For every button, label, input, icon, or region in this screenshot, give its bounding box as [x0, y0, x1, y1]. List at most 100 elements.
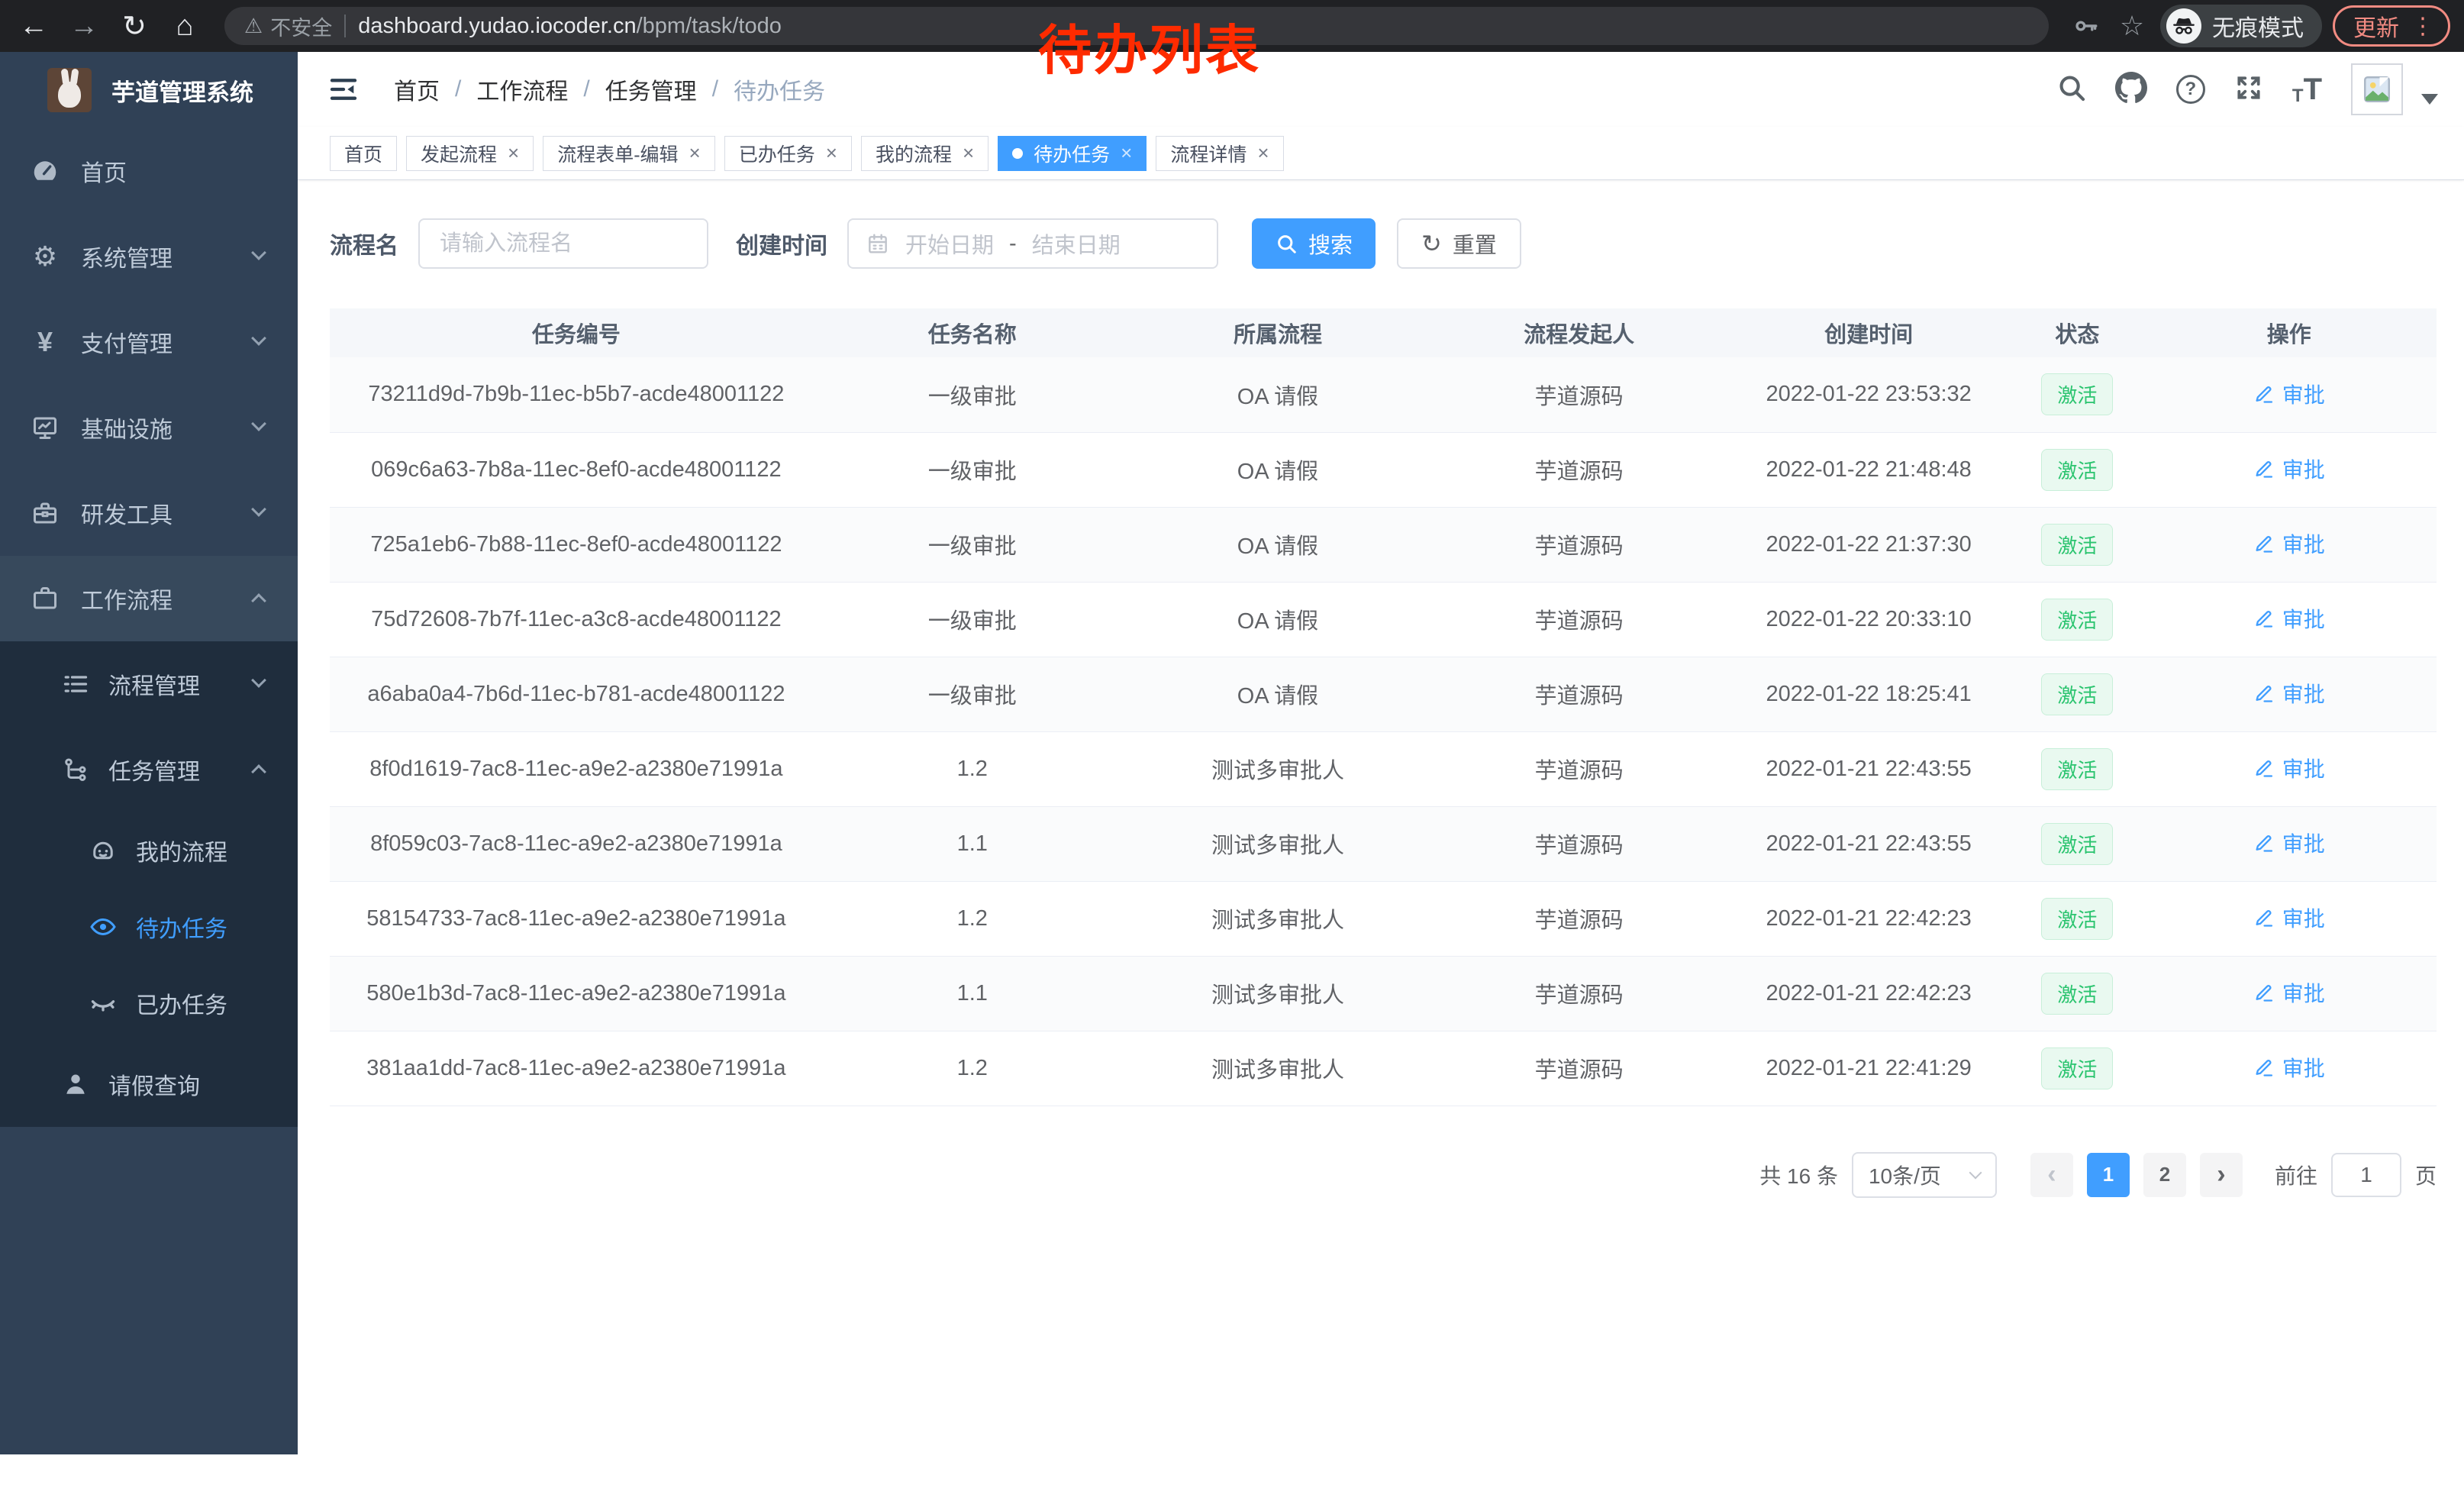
- browser-menu-icon[interactable]: ⋮: [2411, 13, 2434, 40]
- reset-button[interactable]: ↻ 重置: [1397, 218, 1521, 269]
- sidebar-item-todo-tasks[interactable]: 待办任务: [0, 889, 298, 965]
- cell-task-id: 8f0d1619-7ac8-11ec-a9e2-a2380e71991a: [330, 731, 823, 806]
- prev-page-button[interactable]: [2030, 1153, 2073, 1197]
- col-create-time: 创建时间: [1724, 308, 2013, 357]
- sidebar-item-infrastructure[interactable]: 基础设施: [0, 385, 298, 470]
- view-tab[interactable]: 流程详情: [1156, 136, 1283, 171]
- approve-button[interactable]: 审批: [2253, 603, 2325, 634]
- page-number-button[interactable]: 2: [2143, 1153, 2186, 1197]
- sidebar-item-system[interactable]: ⚙ 系统管理: [0, 214, 298, 299]
- approve-button[interactable]: 审批: [2253, 1052, 2325, 1083]
- view-tab[interactable]: 首页: [330, 136, 397, 171]
- broken-image-icon: [2361, 73, 2393, 105]
- sidebar-item-payment[interactable]: ¥ 支付管理: [0, 299, 298, 385]
- incognito-badge: 无痕模式: [2160, 5, 2322, 47]
- approve-button[interactable]: 审批: [2253, 753, 2325, 783]
- cell-task-name: 一级审批: [823, 507, 1122, 582]
- close-icon[interactable]: [1121, 141, 1132, 165]
- cell-task-name: 1.1: [823, 956, 1122, 1031]
- col-actions: 操作: [2142, 308, 2437, 357]
- pencil-icon: [2253, 458, 2275, 479]
- key-icon[interactable]: [2069, 8, 2104, 44]
- sidebar-item-done-tasks[interactable]: 已办任务: [0, 965, 298, 1041]
- home-icon[interactable]: ⌂: [165, 6, 205, 46]
- cell-task-name: 一级审批: [823, 357, 1122, 432]
- approve-button[interactable]: 审批: [2253, 828, 2325, 858]
- user-icon: [60, 1070, 92, 1098]
- app-logo-avatar: [47, 68, 92, 112]
- approve-button[interactable]: 审批: [2253, 678, 2325, 709]
- forward-icon[interactable]: →: [64, 6, 104, 46]
- end-date-placeholder: 结束日期: [1032, 228, 1121, 260]
- avatar[interactable]: [2351, 63, 2403, 115]
- bookmark-star-icon[interactable]: ☆: [2114, 8, 2150, 44]
- close-icon[interactable]: [689, 141, 701, 165]
- breadcrumb-item[interactable]: 首页: [394, 73, 461, 106]
- sidebar-item-workflow[interactable]: 工作流程: [0, 556, 298, 641]
- breadcrumb-item[interactable]: 待办任务: [734, 73, 825, 106]
- next-page-button[interactable]: [2200, 1153, 2243, 1197]
- github-icon[interactable]: [2115, 72, 2147, 108]
- cell-create-time: 2022-01-21 22:41:29: [1724, 1031, 2013, 1106]
- header-actions: TT: [2057, 63, 2438, 115]
- approve-button[interactable]: 审批: [2253, 902, 2325, 933]
- chevron-down-icon: [251, 245, 266, 260]
- process-name-input[interactable]: [418, 218, 708, 269]
- view-tab[interactable]: 流程表单-编辑: [543, 136, 715, 171]
- app-title: 芋道管理系统: [111, 73, 253, 108]
- help-icon[interactable]: [2176, 75, 2205, 104]
- approve-button[interactable]: 审批: [2253, 977, 2325, 1008]
- browser-update-button[interactable]: 更新 ⋮: [2333, 5, 2450, 47]
- dropdown-caret-icon[interactable]: [2421, 94, 2438, 105]
- sidebar-item-devtools[interactable]: 研发工具: [0, 470, 298, 556]
- approve-button[interactable]: 审批: [2253, 528, 2325, 559]
- page-size-select[interactable]: 10条/页: [1852, 1152, 1997, 1198]
- sidebar-item-task-management[interactable]: 任务管理: [0, 727, 298, 812]
- page-number-button[interactable]: 1: [2087, 1153, 2130, 1197]
- gear-icon: ⚙: [29, 240, 61, 273]
- yen-icon: ¥: [29, 326, 61, 358]
- view-tab[interactable]: 我的流程: [861, 136, 989, 171]
- cell-process: OA 请假: [1122, 432, 1434, 507]
- not-secure-warning[interactable]: ⚠ 不安全: [244, 11, 332, 41]
- view-tab[interactable]: 待办任务: [998, 136, 1147, 171]
- approve-button[interactable]: 审批: [2253, 454, 2325, 484]
- fullscreen-icon[interactable]: [2234, 73, 2263, 106]
- search-icon[interactable]: [2057, 73, 2086, 106]
- process-name-label: 流程名: [330, 227, 398, 260]
- pencil-icon: [2253, 383, 2275, 405]
- date-range-picker[interactable]: 开始日期 - 结束日期: [847, 218, 1218, 269]
- cell-task-name: 一级审批: [823, 657, 1122, 731]
- close-icon[interactable]: [1257, 141, 1269, 165]
- cell-starter: 芋道源码: [1434, 731, 1724, 806]
- font-size-icon[interactable]: TT: [2292, 73, 2322, 107]
- col-task-name: 任务名称: [823, 308, 1122, 357]
- search-button[interactable]: 搜索: [1252, 218, 1376, 269]
- close-icon[interactable]: [826, 141, 837, 165]
- sidebar-item-process-management[interactable]: 流程管理: [0, 641, 298, 727]
- table-header-row: 任务编号 任务名称 所属流程 流程发起人 创建时间 状态 操作: [330, 308, 2437, 357]
- approve-button[interactable]: 审批: [2253, 379, 2325, 409]
- sidebar-item-home[interactable]: 首页: [0, 128, 298, 214]
- cell-starter: 芋道源码: [1434, 507, 1724, 582]
- back-icon[interactable]: ←: [14, 6, 53, 46]
- close-icon[interactable]: [963, 141, 974, 165]
- breadcrumb-item[interactable]: 工作流程: [476, 73, 589, 106]
- status-badge: 激活: [2041, 373, 2113, 415]
- reload-icon[interactable]: ↻: [114, 6, 154, 46]
- close-icon[interactable]: [508, 141, 519, 165]
- app-logo-row[interactable]: 芋道管理系统: [0, 52, 298, 128]
- breadcrumb-item[interactable]: 任务管理: [605, 73, 718, 106]
- cell-starter: 芋道源码: [1434, 432, 1724, 507]
- status-badge: 激活: [2041, 973, 2113, 1015]
- incognito-icon: [2166, 8, 2201, 44]
- sidebar-item-my-process[interactable]: 我的流程: [0, 812, 298, 889]
- view-tab[interactable]: 已办任务: [724, 136, 852, 171]
- collapse-sidebar-icon[interactable]: [328, 74, 362, 105]
- cell-task-id: 580e1b3d-7ac8-11ec-a9e2-a2380e71991a: [330, 956, 823, 1031]
- view-tab[interactable]: 发起流程: [406, 136, 534, 171]
- sidebar-item-leave-query[interactable]: 请假查询: [0, 1041, 298, 1127]
- goto-page-input[interactable]: [2331, 1153, 2401, 1197]
- status-badge: 激活: [2041, 599, 2113, 641]
- col-starter: 流程发起人: [1434, 308, 1724, 357]
